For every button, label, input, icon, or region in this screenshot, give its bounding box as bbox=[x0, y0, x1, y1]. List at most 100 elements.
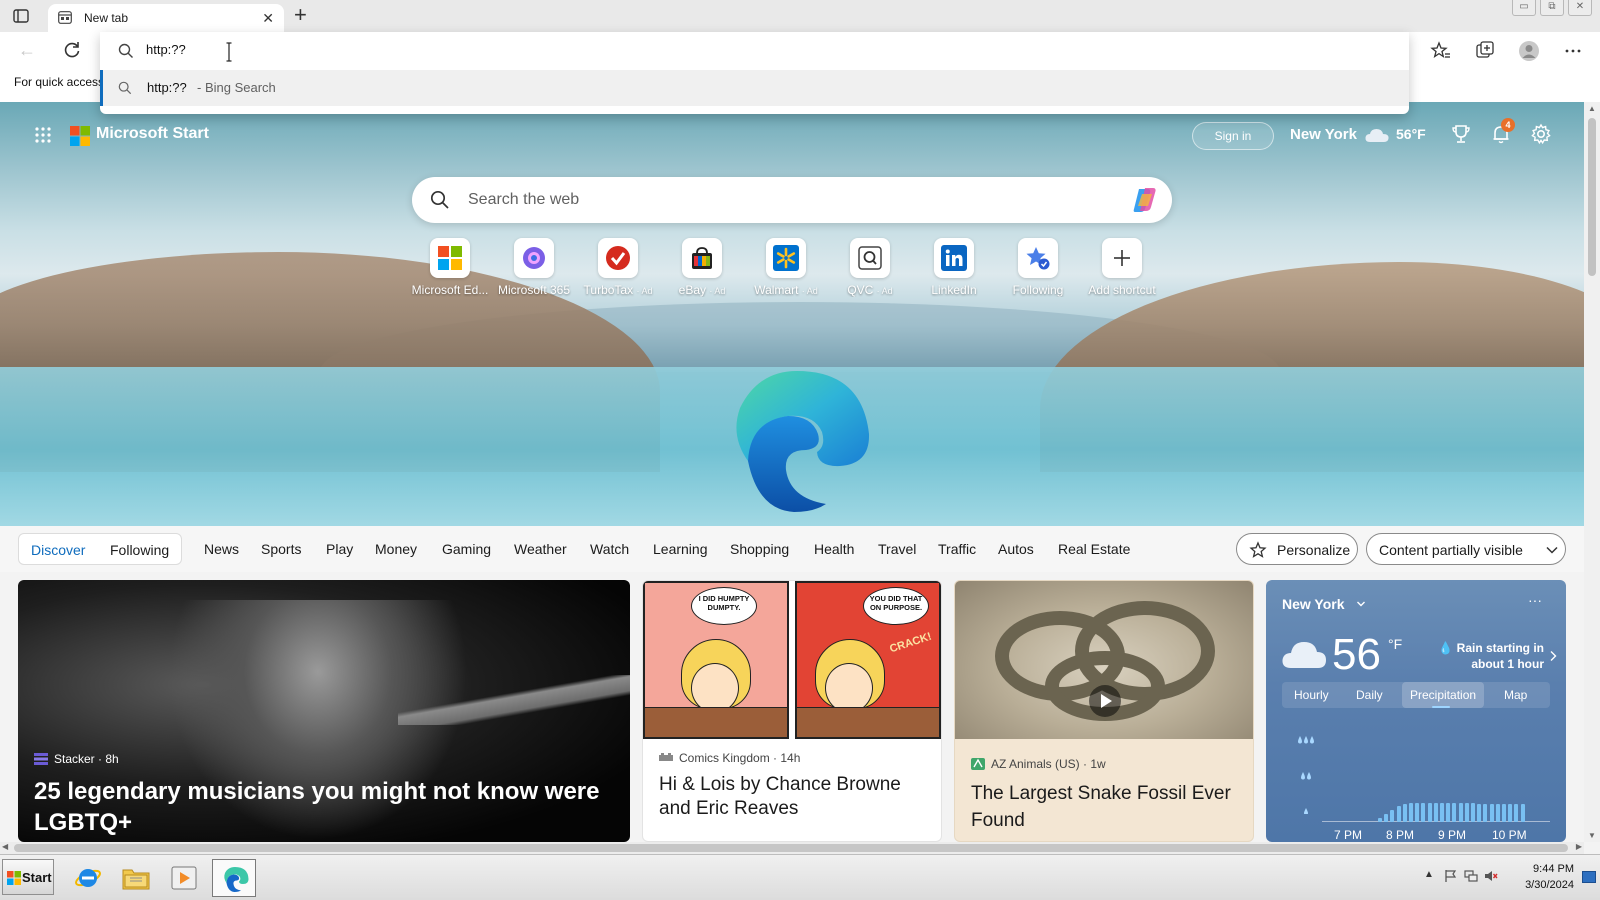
weather-card[interactable]: New York ··· 56 °F 💧 Rain starting in ab… bbox=[1266, 580, 1566, 842]
tab-real-estate[interactable]: Real Estate bbox=[1058, 541, 1130, 557]
taskbar-media-player[interactable] bbox=[162, 859, 206, 897]
close-window-button[interactable]: ✕ bbox=[1568, 0, 1592, 16]
tab-money[interactable]: Money bbox=[375, 541, 417, 557]
video-article-card[interactable]: AZ Animals (US) · 1w The Largest Snake F… bbox=[954, 580, 1254, 842]
shortcut-label: Following bbox=[1012, 283, 1064, 297]
header-temperature[interactable]: 56°F bbox=[1396, 126, 1426, 142]
settings-gear-icon[interactable] bbox=[1530, 123, 1552, 145]
brand-title[interactable]: Microsoft Start bbox=[96, 125, 209, 143]
personalize-button[interactable]: Personalize bbox=[1236, 533, 1358, 565]
scroll-down-icon[interactable]: ▼ bbox=[1588, 831, 1596, 840]
tab-news[interactable]: News bbox=[204, 541, 239, 557]
restore-button[interactable]: ⧉ bbox=[1540, 0, 1564, 16]
weather-location[interactable]: New York bbox=[1282, 596, 1345, 612]
close-tab-icon[interactable]: ✕ bbox=[262, 10, 274, 27]
action-center-flag-icon[interactable] bbox=[1444, 869, 1458, 883]
new-tab-button[interactable]: + bbox=[294, 4, 307, 26]
article-headline[interactable]: The Largest Snake Fossil Ever Found bbox=[971, 780, 1246, 834]
tab-sports[interactable]: Sports bbox=[261, 541, 301, 557]
tab-shopping[interactable]: Shopping bbox=[730, 541, 789, 557]
horizontal-scrollbar[interactable]: ◀ ▶ bbox=[0, 842, 1584, 854]
weather-more-options[interactable]: ··· bbox=[1528, 592, 1542, 608]
back-arrow-icon[interactable]: ← bbox=[18, 40, 36, 61]
weather-tab-map[interactable]: Map bbox=[1504, 688, 1527, 702]
web-search-box[interactable]: Search the web bbox=[412, 177, 1172, 223]
shortcut-microsoft-365[interactable]: Microsoft 365 bbox=[494, 238, 578, 308]
content-visibility-dropdown[interactable]: Content partially visible bbox=[1366, 533, 1566, 565]
collections-icon[interactable] bbox=[1474, 40, 1496, 62]
tab-learning[interactable]: Learning bbox=[653, 541, 708, 557]
tab-gaming[interactable]: Gaming bbox=[442, 541, 491, 557]
shortcut-walmart[interactable]: Walmart · Ad bbox=[746, 238, 830, 308]
shortcut-turbotax[interactable]: TurboTax · Ad bbox=[578, 238, 662, 308]
tab-discover[interactable]: Discover bbox=[31, 542, 85, 558]
more-menu-icon[interactable] bbox=[1562, 40, 1584, 62]
microsoft-365-icon bbox=[523, 247, 545, 269]
article-headline[interactable]: Hi & Lois by Chance Browne and Eric Reav… bbox=[659, 773, 929, 821]
play-video-icon[interactable] bbox=[1089, 685, 1121, 717]
tab-autos[interactable]: Autos bbox=[998, 541, 1034, 557]
start-button[interactable]: Start bbox=[2, 859, 54, 895]
shortcut-linkedin[interactable]: LinkedIn bbox=[914, 238, 998, 308]
featured-article-card[interactable]: Stacker · 8h 25 legendary musicians you … bbox=[18, 580, 630, 842]
header-location[interactable]: New York bbox=[1290, 126, 1357, 143]
tab-play[interactable]: Play bbox=[326, 541, 353, 557]
refresh-icon[interactable] bbox=[62, 40, 82, 60]
article-headline[interactable]: 25 legendary musicians you might not kno… bbox=[34, 776, 614, 838]
volume-muted-icon[interactable] bbox=[1484, 869, 1498, 883]
tab-health[interactable]: Health bbox=[814, 541, 854, 557]
tab-actions-icon[interactable] bbox=[12, 7, 30, 25]
address-input[interactable]: http:?? bbox=[146, 42, 186, 57]
precipitation-intensity-icon bbox=[1298, 736, 1314, 814]
shortcut-label: eBay · Ad bbox=[678, 283, 726, 297]
app-launcher-icon[interactable] bbox=[34, 126, 52, 144]
taskbar-file-explorer[interactable] bbox=[114, 859, 158, 897]
weather-tab-precipitation[interactable]: Precipitation bbox=[1410, 688, 1476, 702]
taskbar-edge[interactable] bbox=[212, 859, 256, 897]
minimize-button[interactable]: ▭ bbox=[1512, 0, 1536, 16]
shortcut-add[interactable]: Add shortcut bbox=[1082, 238, 1166, 308]
show-hidden-icons-icon[interactable]: ▲ bbox=[1424, 869, 1438, 883]
comic-desk bbox=[645, 707, 787, 737]
notification-count-badge: 4 bbox=[1501, 118, 1515, 132]
tab-traffic[interactable]: Traffic bbox=[938, 541, 976, 557]
chevron-right-icon[interactable] bbox=[1548, 650, 1558, 662]
copilot-icon[interactable] bbox=[1130, 185, 1160, 215]
tab-watch[interactable]: Watch bbox=[590, 541, 629, 557]
speech-bubble: YOU DID THAT ON PURPOSE. bbox=[863, 587, 929, 625]
shortcut-following[interactable]: Following bbox=[998, 238, 1082, 308]
network-icon[interactable] bbox=[1464, 869, 1478, 883]
shortcut-microsoft-edge[interactable]: Microsoft Ed... bbox=[410, 238, 494, 308]
tab-new-tab[interactable]: New tab ✕ bbox=[48, 4, 284, 32]
profile-avatar-icon[interactable] bbox=[1518, 40, 1540, 62]
show-desktop-button[interactable] bbox=[1582, 871, 1596, 883]
weather-tab-hourly[interactable]: Hourly bbox=[1294, 688, 1329, 702]
scroll-right-icon[interactable]: ▶ bbox=[1576, 842, 1582, 851]
scroll-up-icon[interactable]: ▲ bbox=[1588, 104, 1596, 113]
rain-forecast[interactable]: 💧 Rain starting in about 1 hour bbox=[1434, 640, 1544, 672]
scrollbar-thumb[interactable] bbox=[1588, 118, 1596, 276]
precipitation-bar bbox=[1378, 818, 1382, 822]
vertical-scrollbar[interactable]: ▲ ▼ bbox=[1584, 102, 1600, 842]
taskbar-internet-explorer[interactable] bbox=[66, 859, 110, 897]
scroll-left-icon[interactable]: ◀ bbox=[2, 842, 8, 851]
address-bar[interactable]: http:?? bbox=[100, 32, 1409, 70]
shortcut-ebay[interactable]: eBay · Ad bbox=[662, 238, 746, 308]
search-suggestion[interactable]: http:?? - Bing Search bbox=[100, 70, 1409, 106]
tab-travel[interactable]: Travel bbox=[878, 541, 916, 557]
search-icon bbox=[118, 43, 133, 58]
favorites-star-icon[interactable] bbox=[1430, 40, 1452, 62]
comic-article-card[interactable]: I DID HUMPTY DUMPTY. YOU DID THAT ON PUR… bbox=[642, 580, 942, 842]
sign-in-button[interactable]: Sign in bbox=[1192, 122, 1274, 150]
rewards-trophy-icon[interactable] bbox=[1450, 123, 1472, 145]
tab-weather[interactable]: Weather bbox=[514, 541, 567, 557]
shortcut-qvc[interactable]: QVC · Ad bbox=[830, 238, 914, 308]
file-explorer-icon bbox=[122, 869, 150, 890]
scrollbar-thumb[interactable] bbox=[14, 844, 1568, 852]
tab-bar: New tab ✕ + ▭ ⧉ ✕ bbox=[0, 0, 1600, 32]
system-clock[interactable]: 9:44 PM 3/30/2024 bbox=[1516, 861, 1574, 893]
tab-following[interactable]: Following bbox=[110, 542, 169, 558]
precipitation-bar bbox=[1489, 804, 1494, 822]
weather-tab-daily[interactable]: Daily bbox=[1356, 688, 1383, 702]
chevron-down-icon[interactable] bbox=[1356, 599, 1366, 609]
